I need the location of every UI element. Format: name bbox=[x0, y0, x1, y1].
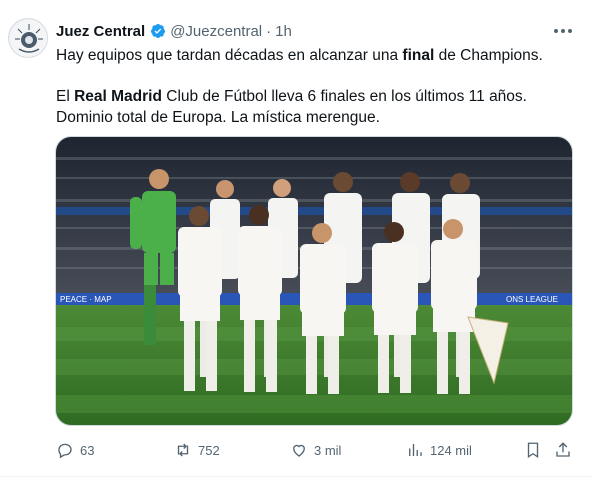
bookmark-icon bbox=[527, 442, 539, 459]
reply-count: 63 bbox=[80, 442, 95, 458]
share-icon bbox=[556, 442, 570, 457]
retweet-button[interactable]: 752 bbox=[174, 438, 220, 462]
like-button[interactable]: 3 mil bbox=[290, 438, 341, 462]
tweet-line-1: Hay equipos que tardan décadas en alcanz… bbox=[56, 47, 543, 64]
author-name[interactable]: Juez Central bbox=[56, 23, 145, 40]
verified-badge-icon bbox=[151, 24, 166, 38]
ad-board-left: PEACE · MAP bbox=[60, 295, 112, 304]
tweet-actions: 63 752 3 mil 124 mil bbox=[56, 438, 576, 462]
views-button[interactable]: 124 mil bbox=[406, 438, 472, 462]
reply-button[interactable]: 63 bbox=[56, 438, 94, 462]
author-avatar[interactable] bbox=[8, 18, 48, 58]
tweet-line-2: El Real Madrid Club de Fútbol lleva 6 fi… bbox=[56, 88, 527, 105]
tweet-photo[interactable]: PEACE · MAP ONS LEAGUE bbox=[55, 136, 573, 426]
author-handle[interactable]: @Juezcentral bbox=[170, 23, 262, 40]
views-chart-icon bbox=[409, 444, 422, 456]
retweet-icon bbox=[177, 443, 189, 457]
more-options-icon[interactable] bbox=[551, 24, 575, 38]
reply-icon bbox=[58, 443, 72, 459]
share-button[interactable] bbox=[554, 438, 572, 462]
views-count: 124 mil bbox=[430, 442, 472, 458]
whistle-logo-icon bbox=[10, 20, 47, 57]
team-photo: PEACE · MAP ONS LEAGUE bbox=[56, 137, 572, 425]
retweet-count: 752 bbox=[198, 442, 220, 458]
tweet-header: Juez Central @Juezcentral · 1h bbox=[56, 21, 292, 41]
bookmark-button[interactable] bbox=[524, 438, 542, 462]
bold-final: final bbox=[402, 47, 435, 64]
tweet-text: Hay equipos que tardan décadas en alcanz… bbox=[56, 45, 581, 128]
header-separator: · bbox=[266, 22, 272, 40]
bold-real-madrid: Real Madrid bbox=[74, 88, 162, 105]
heart-icon bbox=[293, 444, 305, 457]
tweet-card[interactable]: Juez Central @Juezcentral · 1h Hay equip… bbox=[0, 0, 593, 479]
like-count: 3 mil bbox=[314, 442, 342, 458]
ad-board-right: ONS LEAGUE bbox=[506, 295, 558, 304]
tweet-line-3: Dominio total de Europa. La mística mere… bbox=[56, 109, 380, 126]
divider bbox=[0, 476, 593, 477]
tweet-timestamp[interactable]: 1h bbox=[275, 23, 292, 40]
